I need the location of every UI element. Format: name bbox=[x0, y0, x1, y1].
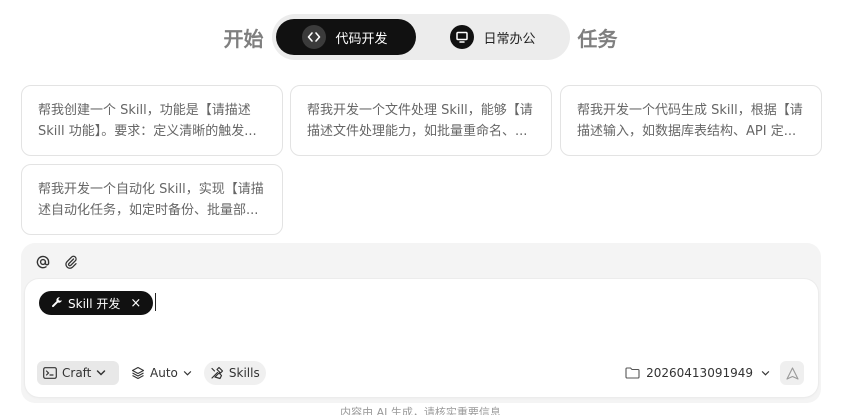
mode-switch-row: 开始 代码开发 日常办公 任务 bbox=[0, 14, 841, 60]
composer-bottom-right: 20260413091949 bbox=[625, 361, 804, 385]
layers-icon bbox=[131, 366, 145, 380]
chevron-down-icon bbox=[183, 370, 192, 377]
ai-disclaimer: 内容由 AI 生成，请核实重要信息 bbox=[340, 406, 501, 415]
wrench-icon bbox=[51, 297, 63, 309]
folder-icon bbox=[625, 367, 640, 379]
mode-left-word: 开始 bbox=[223, 26, 264, 51]
mode-switch: 代码开发 日常办公 bbox=[271, 14, 570, 60]
composer-input-area[interactable]: Skill 开发 × Craft Auto Skills 20260413091… bbox=[25, 279, 818, 397]
craft-mode-label: Craft bbox=[62, 366, 92, 380]
mode-right-word: 任务 bbox=[577, 26, 618, 51]
at-icon[interactable] bbox=[33, 252, 53, 272]
chevron-down-icon bbox=[96, 369, 106, 377]
terminal-icon bbox=[43, 367, 57, 379]
craft-mode-button[interactable]: Craft bbox=[37, 361, 119, 385]
suggestion-line: 帮我开发一个代码生成 Skill，根据【请 bbox=[577, 103, 803, 118]
suggestion-line: Skill 功能】。要求：定义清晰的触发... bbox=[38, 124, 257, 139]
workspace-folder-name: 20260413091949 bbox=[646, 366, 753, 380]
chip-close-icon[interactable]: × bbox=[130, 296, 141, 311]
model-select-label: Auto bbox=[150, 366, 178, 380]
text-caret bbox=[155, 293, 156, 311]
suggestion-card-skill-create[interactable]: 帮我创建一个 Skill，功能是【请描述 Skill 功能】。要求：定义清晰的触… bbox=[21, 85, 283, 156]
skill-chip-label: Skill 开发 bbox=[68, 296, 121, 311]
paperclip-icon[interactable] bbox=[61, 252, 81, 272]
suggestion-line: 述自动化任务，如定时备份、批量部... bbox=[38, 203, 259, 218]
workspace-folder-selector[interactable]: 20260413091949 bbox=[625, 366, 770, 380]
suggestion-line: 描述文件处理能力，如批量重命名、... bbox=[307, 124, 528, 139]
skills-label: Skills bbox=[228, 366, 260, 380]
composer-toolbar bbox=[33, 252, 81, 272]
skills-button[interactable]: Skills bbox=[203, 361, 266, 385]
tab-code-development[interactable]: 代码开发 bbox=[275, 19, 416, 55]
composer-bottom-left: Craft Auto Skills bbox=[37, 361, 266, 385]
suggestion-card-automation[interactable]: 帮我开发一个自动化 Skill，实现【请描 述自动化任务，如定时备份、批量部..… bbox=[21, 164, 283, 235]
tab-daily-office[interactable]: 日常办公 bbox=[416, 19, 536, 55]
monitor-icon bbox=[449, 25, 474, 49]
skill-chip: Skill 开发 × bbox=[39, 291, 153, 315]
page: 开始 代码开发 日常办公 任务 帮我创建一个 Skill，功能是【请描述 Ski… bbox=[0, 0, 841, 415]
suggestion-card-file-processing[interactable]: 帮我开发一个文件处理 Skill，能够【请 描述文件处理能力，如批量重命名、..… bbox=[290, 85, 552, 156]
chevron-down-icon bbox=[761, 370, 770, 377]
suggestion-line: 帮我创建一个 Skill，功能是【请描述 bbox=[38, 103, 251, 118]
tab-code-development-label: 代码开发 bbox=[335, 31, 388, 47]
suggestion-line: 描述输入，如数据库表结构、API 定... bbox=[577, 124, 797, 139]
tools-icon bbox=[210, 366, 224, 380]
tab-daily-office-label: 日常办公 bbox=[483, 31, 536, 47]
send-icon[interactable] bbox=[780, 361, 804, 385]
suggestion-line: 帮我开发一个自动化 Skill，实现【请描 bbox=[38, 182, 264, 197]
code-icon bbox=[301, 25, 326, 49]
suggestion-line: 帮我开发一个文件处理 Skill，能够【请 bbox=[307, 103, 533, 118]
model-select-button[interactable]: Auto bbox=[125, 361, 198, 385]
suggestion-card-code-generation[interactable]: 帮我开发一个代码生成 Skill，根据【请 描述输入，如数据库表结构、API 定… bbox=[560, 85, 822, 156]
